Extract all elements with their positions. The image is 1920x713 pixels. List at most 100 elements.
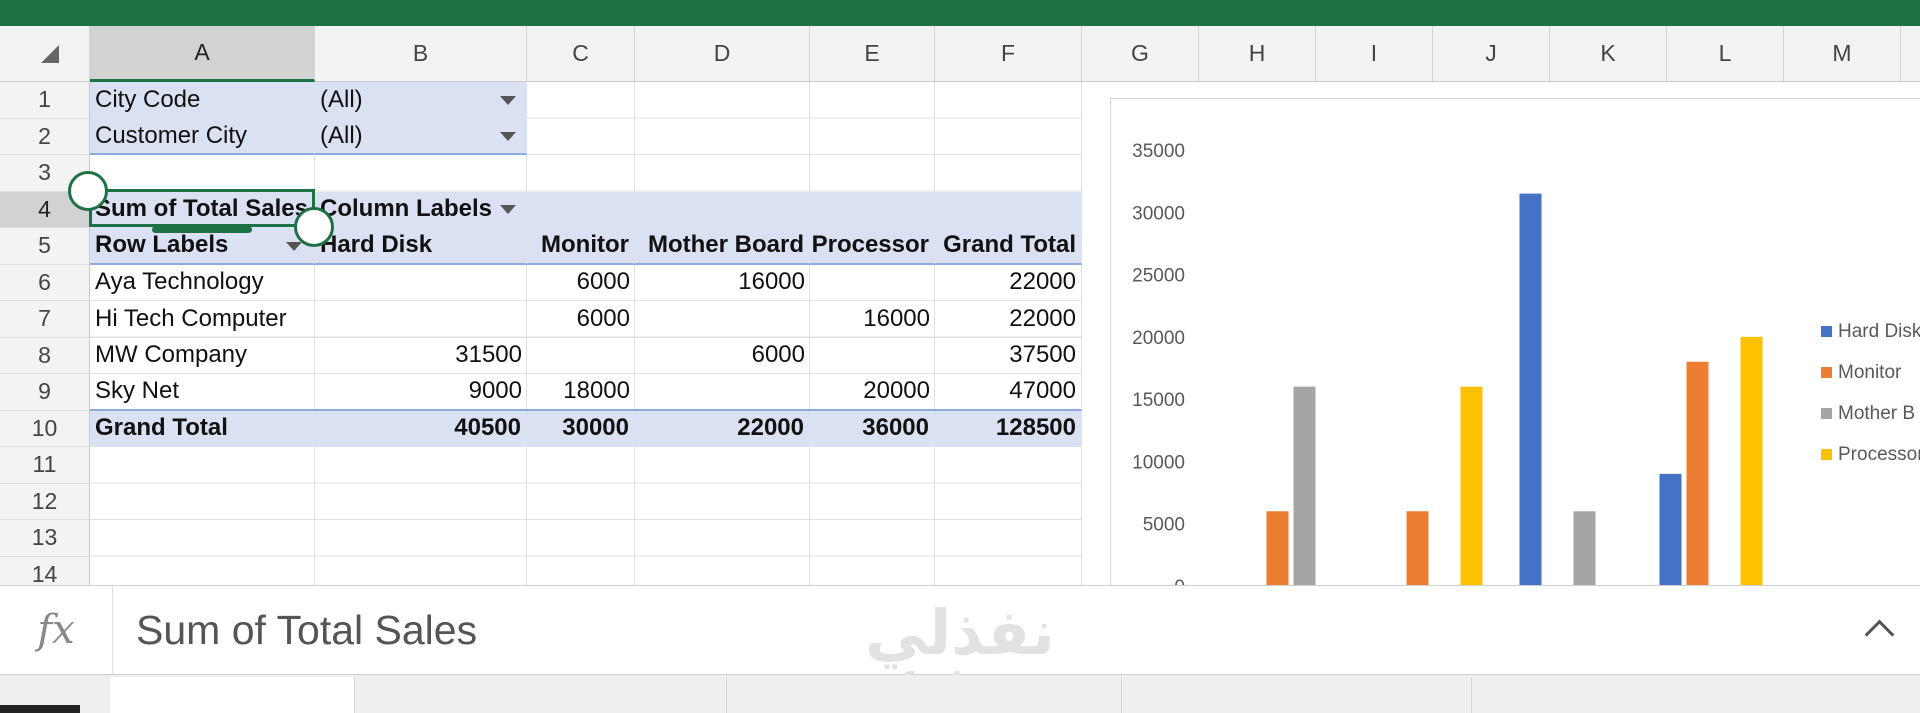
pivot-cell[interactable]: 20000 <box>810 374 935 411</box>
column-header-n[interactable] <box>1901 26 1920 82</box>
filter-dropdown-customer-city[interactable] <box>494 123 522 151</box>
column-header-f[interactable]: F <box>935 26 1082 82</box>
y-tick-label: 15000 <box>1132 390 1185 411</box>
pivot-grand-total-cell[interactable]: 40500 <box>315 410 527 447</box>
row-header-11[interactable]: 11 <box>0 447 90 484</box>
row-header-8[interactable]: 8 <box>0 337 90 374</box>
pivot-header-processor: Processor <box>810 228 935 265</box>
sheet-tab[interactable] <box>727 677 1122 713</box>
spreadsheet-grid[interactable]: A B C D E F G H I J K L M 1 2 3 4 5 6 7 … <box>0 26 1920 585</box>
row-header-10[interactable]: 10 <box>0 410 90 447</box>
pivot-row-label[interactable]: MW Company <box>90 338 315 374</box>
pivot-grand-total-cell[interactable]: 36000 <box>810 410 935 447</box>
pivot-cell[interactable]: 16000 <box>635 265 810 301</box>
legend-label: Hard Disk <box>1838 321 1920 342</box>
legend-swatch <box>1821 449 1832 460</box>
column-labels-dropdown[interactable] <box>494 196 522 224</box>
pivot-cell[interactable]: 16000 <box>810 301 935 338</box>
pivot-grand-total-cell[interactable]: 128500 <box>935 410 1082 447</box>
chart-svg: 35000300002500020000150001000050000Aya T… <box>1132 141 1920 585</box>
legend-label: Mother B <box>1838 403 1915 424</box>
selection-handle-start[interactable] <box>68 171 108 211</box>
formula-text[interactable]: Sum of Total Sales <box>136 586 477 674</box>
chevron-up-icon[interactable] <box>1864 619 1895 650</box>
pivot-cell[interactable] <box>635 301 810 338</box>
pivot-column-labels[interactable]: Column Labels <box>315 191 1082 228</box>
pivot-grand-total-cell[interactable]: 30000 <box>527 410 635 447</box>
legend-swatch <box>1821 367 1832 378</box>
column-header-b[interactable]: B <box>315 26 527 82</box>
pivot-header-hard-disk: Hard Disk <box>315 228 527 265</box>
y-tick-label: 35000 <box>1132 141 1185 162</box>
pivot-header-monitor: Monitor <box>527 228 635 265</box>
filter-dropdown-city-code[interactable] <box>494 86 522 114</box>
pivot-cell[interactable] <box>635 374 810 411</box>
watermark-arabic: نفذلي <box>865 596 1055 669</box>
column-header-a[interactable]: A <box>90 26 315 82</box>
pivot-cell[interactable]: 31500 <box>315 338 527 374</box>
sheet-tab[interactable] <box>355 677 727 713</box>
column-header-d[interactable]: D <box>635 26 810 82</box>
column-header-c[interactable]: C <box>527 26 635 82</box>
pivot-row-label[interactable]: Hi Tech Computer <box>90 301 315 338</box>
row-header-14[interactable]: 14 <box>0 556 90 585</box>
pivot-cell[interactable]: 6000 <box>527 301 635 338</box>
column-header-i[interactable]: I <box>1316 26 1433 82</box>
selection-drag-bar[interactable] <box>152 226 252 233</box>
pivot-cell[interactable]: 6000 <box>635 338 810 374</box>
pivot-cell[interactable]: 6000 <box>527 265 635 301</box>
row-header-5[interactable]: 5 <box>0 228 90 265</box>
column-header-l[interactable]: L <box>1667 26 1784 82</box>
y-tick-label: 25000 <box>1132 266 1185 287</box>
row-header-12[interactable]: 12 <box>0 483 90 520</box>
row-header-7[interactable]: 7 <box>0 301 90 338</box>
chart-bar <box>1686 361 1709 585</box>
pivot-row-label[interactable]: Aya Technology <box>90 265 315 301</box>
pivot-cell[interactable]: 22000 <box>935 264 1082 301</box>
pivot-cell[interactable]: 9000 <box>315 374 527 411</box>
select-all-icon <box>41 45 59 63</box>
pivot-cell[interactable] <box>527 338 635 374</box>
pivot-cell[interactable] <box>315 301 527 338</box>
sheet-tab-active[interactable] <box>110 677 355 713</box>
column-header-g[interactable]: G <box>1082 26 1199 82</box>
active-cell-selection <box>89 189 315 227</box>
legend-label: Monitor <box>1838 362 1902 383</box>
filter-label-city-code: City Code <box>90 82 315 119</box>
column-header-j[interactable]: J <box>1433 26 1550 82</box>
pivot-cell[interactable] <box>810 338 935 374</box>
row-header-1[interactable]: 1 <box>0 82 90 119</box>
chevron-down-icon <box>286 241 302 251</box>
pivot-cell[interactable] <box>315 265 527 301</box>
pivot-row-label[interactable]: Sky Net <box>90 374 315 411</box>
row-header-6[interactable]: 6 <box>0 264 90 301</box>
pivot-cell[interactable]: 18000 <box>527 374 635 411</box>
column-header-h[interactable]: H <box>1199 26 1316 82</box>
sheet-tab[interactable] <box>1122 677 1472 713</box>
legend-swatch <box>1821 408 1832 419</box>
chart-bar <box>1460 386 1483 585</box>
chart-bar <box>1659 473 1682 585</box>
function-icon[interactable]: fx <box>0 586 113 674</box>
select-all-button[interactable] <box>0 26 90 82</box>
row-header-9[interactable]: 9 <box>0 374 90 411</box>
row-header-13[interactable]: 13 <box>0 520 90 557</box>
title-bar <box>0 0 1920 26</box>
pivot-cell[interactable]: 37500 <box>935 337 1082 374</box>
column-header-k[interactable]: K <box>1550 26 1667 82</box>
pivot-cell[interactable] <box>810 265 935 301</box>
pivot-cell[interactable]: 47000 <box>935 374 1082 411</box>
pivot-chart[interactable]: 35000300002500020000150001000050000Aya T… <box>1110 98 1920 585</box>
pivot-cell[interactable]: 22000 <box>935 301 1082 338</box>
pivot-header-mother-board: Mother Board <box>635 228 810 265</box>
pivot-header-grand-total: Grand Total <box>935 228 1082 265</box>
pivot-grand-total-cell[interactable]: 22000 <box>635 410 810 447</box>
chevron-down-icon <box>500 132 516 141</box>
selection-handle-end[interactable] <box>294 207 334 247</box>
chart-bar <box>1573 511 1596 585</box>
row-header-2[interactable]: 2 <box>0 118 90 155</box>
column-header-m[interactable]: M <box>1784 26 1901 82</box>
pivot-grand-total-label[interactable]: Grand Total <box>90 410 315 447</box>
column-header-e[interactable]: E <box>810 26 935 82</box>
chart-bar <box>1740 336 1763 585</box>
